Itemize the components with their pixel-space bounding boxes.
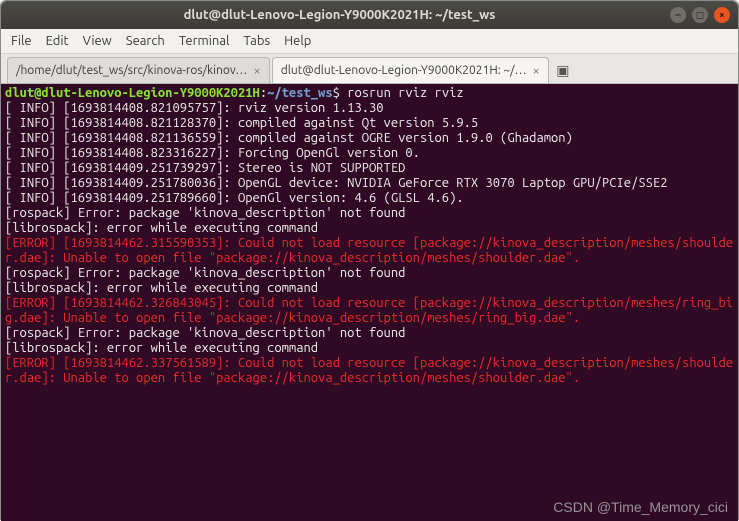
watermark: CSDN @Time_Memory_cici: [553, 500, 728, 515]
menu-tabs[interactable]: Tabs: [243, 34, 270, 48]
menu-help[interactable]: Help: [284, 34, 311, 48]
terminal-line: [ INFO] [1693814409.251780036]: OpenGL d…: [5, 176, 667, 190]
prompt-colon: :: [260, 86, 267, 100]
terminal-line: [ INFO] [1693814409.251739297]: Stereo i…: [5, 161, 405, 175]
tab-1[interactable]: dlut@dlut-Lenovo-Legion-Y9000K2021H: ~/……: [272, 57, 549, 83]
tabbar: /home/dlut/test_ws/src/kinova-ros/kinov……: [1, 54, 738, 84]
terminal-line: [ INFO] [1693814408.821136559]: compiled…: [5, 131, 573, 145]
close-icon[interactable]: ×: [253, 64, 260, 78]
titlebar: dlut@dlut-Lenovo-Legion-Y9000K2021H: ~/t…: [1, 1, 738, 29]
tab-label: dlut@dlut-Lenovo-Legion-Y9000K2021H: ~/…: [281, 64, 527, 77]
tab-label: /home/dlut/test_ws/src/kinova-ros/kinov…: [16, 64, 247, 77]
menu-terminal[interactable]: Terminal: [179, 34, 230, 48]
minimize-button[interactable]: –: [670, 7, 686, 23]
terminal-line: [ERROR] [1693814462.315590353]: Could no…: [5, 236, 733, 265]
terminal-line: [librospack]: error while executing comm…: [5, 281, 318, 295]
terminal-output[interactable]: dlut@dlut-Lenovo-Legion-Y9000K2021H:~/te…: [1, 84, 738, 521]
window-buttons: – ◻ ×: [670, 7, 730, 23]
prompt-command: rosrun rviz rviz: [347, 86, 463, 100]
tab-0[interactable]: /home/dlut/test_ws/src/kinova-ros/kinov……: [7, 57, 270, 83]
prompt-dollar: $: [333, 86, 348, 100]
terminal-line: [rospack] Error: package 'kinova_descrip…: [5, 266, 405, 280]
new-tab-button[interactable]: ▣: [551, 57, 575, 83]
menubar: File Edit View Search Terminal Tabs Help: [1, 29, 738, 54]
terminal-line: [ERROR] [1693814462.337561589]: Could no…: [5, 356, 733, 385]
terminal-line: [ INFO] [1693814408.821095757]: rviz ver…: [5, 101, 384, 115]
terminal-line: [rospack] Error: package 'kinova_descrip…: [5, 326, 405, 340]
prompt-cwd: ~/test_ws: [267, 86, 333, 100]
terminal-line: [librospack]: error while executing comm…: [5, 221, 318, 235]
menu-view[interactable]: View: [83, 34, 112, 48]
terminal-line: [ INFO] [1693814408.823316227]: Forcing …: [5, 146, 420, 160]
close-icon[interactable]: ×: [533, 64, 540, 78]
menu-file[interactable]: File: [11, 34, 32, 48]
terminal-line: [rospack] Error: package 'kinova_descrip…: [5, 206, 405, 220]
terminal-line: [ INFO] [1693814409.251789660]: OpenGl v…: [5, 191, 464, 205]
menu-edit[interactable]: Edit: [46, 34, 69, 48]
maximize-button[interactable]: ◻: [692, 7, 708, 23]
prompt-userhost: dlut@dlut-Lenovo-Legion-Y9000K2021H: [5, 86, 260, 100]
terminal-line: [ERROR] [1693814462.326843045]: Could no…: [5, 296, 733, 325]
menu-search[interactable]: Search: [126, 34, 165, 48]
terminal-line: [ INFO] [1693814408.821128370]: compiled…: [5, 116, 478, 130]
window-title: dlut@dlut-Lenovo-Legion-Y9000K2021H: ~/t…: [9, 8, 670, 22]
close-button[interactable]: ×: [714, 7, 730, 23]
terminal-line: [librospack]: error while executing comm…: [5, 341, 318, 355]
